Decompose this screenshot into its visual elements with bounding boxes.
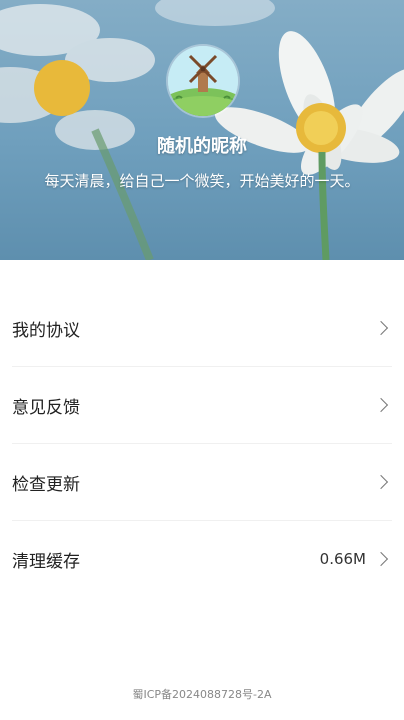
chevron-right-icon [373,474,389,490]
motto: 每天清晨，给自己一个微笑，开始美好的一天。 [44,172,360,190]
menu-item-label: 清理缓存 [12,551,80,572]
settings-menu: 我的协议 意见反馈 检查更新 清理缓存 0.66M [0,290,404,597]
chevron-right-icon [373,320,389,336]
menu-item-clear-cache[interactable]: 清理缓存 0.66M [12,521,392,597]
menu-item-agreement[interactable]: 我的协议 [12,290,392,367]
menu-item-label: 我的协议 [12,320,80,341]
cache-size-value: 0.66M [319,550,366,568]
menu-item-check-update[interactable]: 检查更新 [12,444,392,521]
menu-item-label: 检查更新 [12,474,80,495]
menu-item-right [373,320,392,336]
menu-item-right: 0.66M [320,550,392,568]
windmill-landscape-icon [168,46,238,116]
chevron-right-icon [373,551,389,567]
menu-item-label: 意见反馈 [12,397,80,418]
profile-header: 随机的昵称 每天清晨，给自己一个微笑，开始美好的一天。 [0,0,404,260]
avatar[interactable] [168,46,238,116]
icp-license: 蜀ICP备2024088728号-2A [132,688,272,701]
daisy-background-image [0,0,404,260]
menu-item-right [373,397,392,413]
menu-item-right [373,474,392,490]
menu-item-feedback[interactable]: 意见反馈 [12,367,392,444]
chevron-right-icon [373,397,389,413]
nickname: 随机的昵称 [157,136,247,157]
